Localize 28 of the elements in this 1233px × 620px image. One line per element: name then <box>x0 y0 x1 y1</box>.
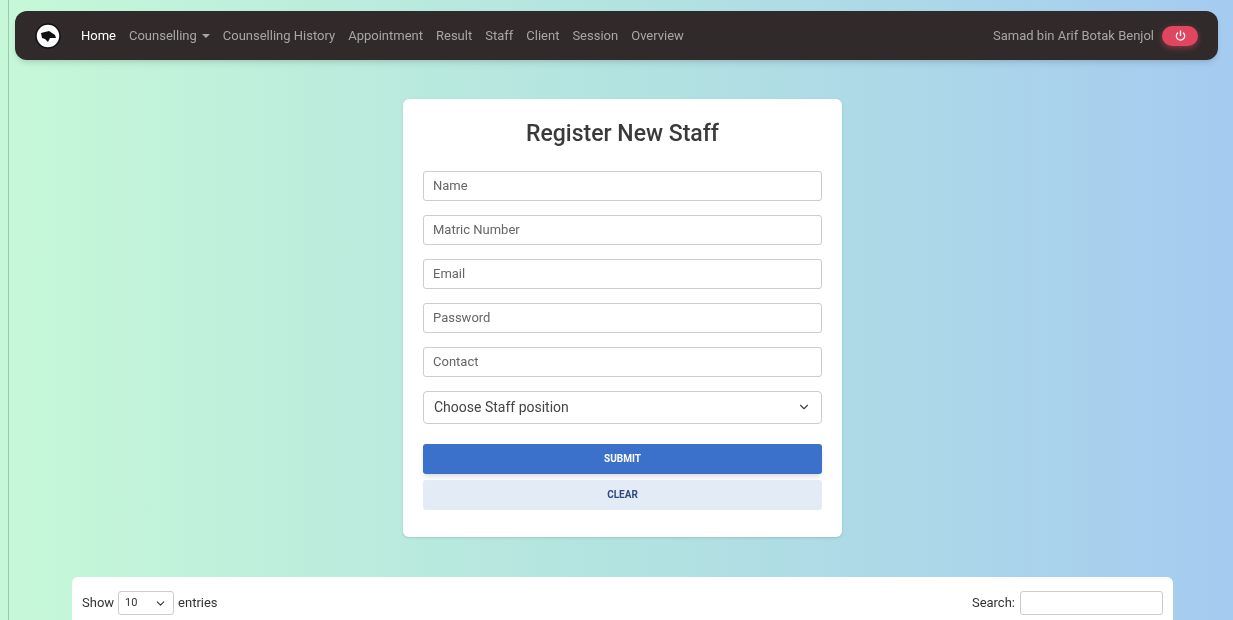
nav-link[interactable]: Home <box>81 25 116 46</box>
nav-link[interactable]: Overview <box>631 25 684 46</box>
search-label: Search: <box>971 594 1015 613</box>
position-select[interactable]: Choose Staff position <box>423 390 822 424</box>
user-name: Samad bin Arif Botak Benjol <box>993 26 1154 45</box>
input-field[interactable]: Email <box>423 258 822 289</box>
entries-label: entries <box>178 594 218 613</box>
clear-button[interactable]: CLEAR <box>423 479 822 510</box>
power-icon <box>1174 30 1186 41</box>
entries-select[interactable]: 10 <box>118 591 175 615</box>
nav-link[interactable]: Appointment <box>348 25 423 46</box>
input-field[interactable]: Name <box>423 170 822 201</box>
submit-button[interactable]: SUBMIT <box>423 443 822 474</box>
nav-link[interactable]: Client <box>526 25 560 46</box>
logout-button[interactable] <box>1162 25 1198 46</box>
caret-icon <box>201 33 210 38</box>
form-title: Register New Staff <box>525 119 720 149</box>
logo-icon[interactable] <box>35 22 61 49</box>
nav-link[interactable]: Staff <box>485 25 514 46</box>
search-field[interactable] <box>1020 591 1163 615</box>
nav-link[interactable]: Result <box>436 25 473 46</box>
input-field[interactable]: Password <box>423 302 822 333</box>
input-field[interactable]: Matric Number <box>423 214 822 245</box>
nav-link[interactable]: Counselling History <box>222 25 336 46</box>
input-field[interactable]: Contact <box>423 346 822 377</box>
nav-link[interactable]: Counselling <box>129 25 210 46</box>
show-label: Show <box>82 594 115 613</box>
nav-link[interactable]: Session <box>572 25 619 46</box>
